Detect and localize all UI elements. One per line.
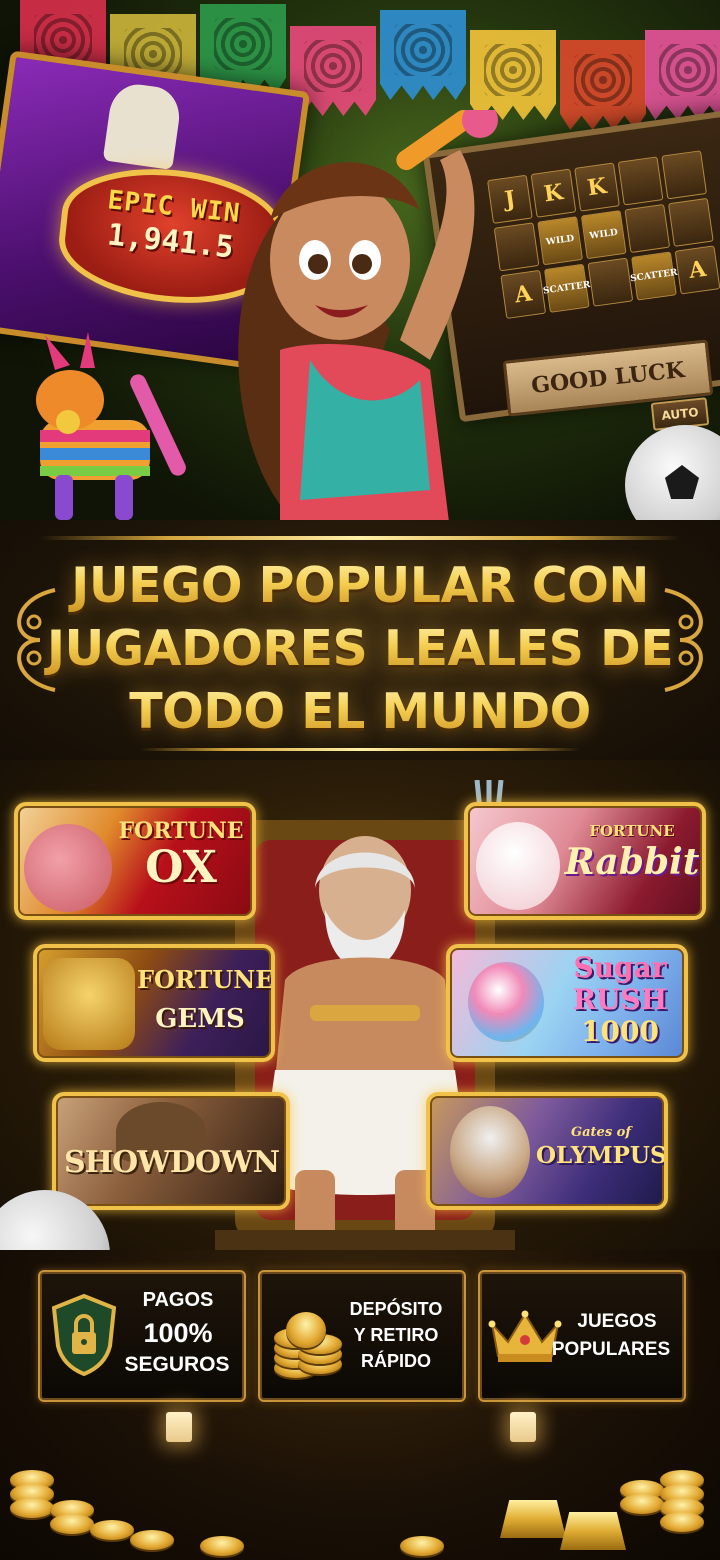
game-title-line2: RUSH <box>572 983 668 1016</box>
game-tile-sugar-rush-1000[interactable]: Sugar RUSH 1000 <box>446 944 688 1062</box>
reel-symbol <box>624 203 671 254</box>
features-section: PAGOS 100% SEGUROS DEPÓSITO Y RETIRO RÁP… <box>0 1250 720 1560</box>
feature-line1: JUEGOS <box>577 1311 657 1332</box>
headline-line-3: TODO EL MUNDO <box>20 680 700 743</box>
reel-symbol: SCATTER <box>543 263 591 313</box>
candle <box>166 1412 192 1442</box>
gold-coin-pile <box>0 1440 720 1560</box>
games-showcase: FORTUNE OX FORTUNE Rabbit FORTUNE GEMS S… <box>0 760 720 1320</box>
feature-line1: PAGOS <box>142 1289 214 1311</box>
game-title-line1: FORTUNE <box>118 818 244 844</box>
reel-symbol <box>617 156 664 206</box>
reel-symbol: WILD <box>580 210 627 260</box>
game-title-line1: Sugar <box>573 951 667 984</box>
game-tile-showdown[interactable]: SHOWDOWN <box>52 1092 290 1210</box>
feature-line1: DEPÓSITO <box>349 1299 443 1319</box>
golden-mask-icon <box>43 958 135 1050</box>
headline-title: JUEGO POPULAR CON JUGADORES LEALES DE TO… <box>20 554 700 743</box>
feature-line3: RÁPIDO <box>360 1351 431 1371</box>
pinata-donkey <box>36 332 186 520</box>
game-title-line2: OX <box>145 842 217 893</box>
ox-character <box>24 824 112 912</box>
feature-fast-deposit-withdrawal: DEPÓSITO Y RETIRO RÁPIDO <box>258 1270 466 1402</box>
game-title-line1: FORTUNE <box>137 965 274 994</box>
headline-line-2: JUGADORES LEALES DE <box>20 617 700 680</box>
shield-lock-icon <box>52 1294 116 1376</box>
game-title-line2: OLYMPUS <box>536 1142 667 1169</box>
banner-flag <box>470 30 556 120</box>
feature-line2: 100% <box>143 1318 213 1348</box>
game-tile-gates-of-olympus[interactable]: Gates of OLYMPUS <box>426 1092 668 1210</box>
reel-symbol: K <box>574 162 620 212</box>
mariachi-skeleton <box>102 80 184 170</box>
candle <box>510 1412 536 1442</box>
reel-symbol <box>661 150 708 200</box>
gumball-machine-icon <box>468 962 544 1042</box>
rabbit-character <box>476 822 560 910</box>
banner-flag <box>560 40 646 130</box>
banner-flag <box>645 30 720 120</box>
game-title-line3: 1000 <box>581 1015 659 1048</box>
reel-symbol: WILD <box>537 216 584 266</box>
feature-secure-payments: PAGOS 100% SEGUROS <box>38 1270 246 1402</box>
game-title-line1: Gates of <box>571 1125 631 1140</box>
feature-line2: POPULARES <box>551 1339 671 1360</box>
reel-symbol <box>667 197 714 247</box>
hero-illustration: EPIC WIN 1,941.5 J K K WILD WILD A SCATTER SCAT… <box>0 0 720 540</box>
game-tile-fortune-gems[interactable]: FORTUNE GEMS <box>33 944 275 1062</box>
girl-character <box>238 110 498 540</box>
game-tile-fortune-rabbit[interactable]: FORTUNE Rabbit <box>464 802 706 920</box>
feature-line2: Y RETIRO <box>353 1325 439 1345</box>
reel-symbol: SCATTER <box>630 251 678 301</box>
game-title: SHOWDOWN <box>64 1145 280 1180</box>
ornament-divider-bottom <box>140 748 580 751</box>
ornament-divider-top <box>40 536 680 540</box>
feature-line3: SEGUROS <box>124 1353 230 1376</box>
feature-popular-games: JUEGOS POPULARES <box>478 1270 686 1402</box>
reel-symbol: K <box>530 168 577 218</box>
game-tile-fortune-ox[interactable]: FORTUNE OX <box>14 802 256 920</box>
game-title-line2: Rabbit <box>564 841 700 883</box>
game-title-line2: GEMS <box>155 1004 245 1034</box>
game-title-line1: FORTUNE <box>589 822 675 840</box>
reel-symbol <box>587 257 634 307</box>
headline-line-1: JUEGO POPULAR CON <box>20 554 700 617</box>
reel-symbol: A <box>674 245 720 295</box>
zeus-character <box>450 1106 530 1198</box>
banner-flag <box>380 10 466 100</box>
headline-section: JUEGO POPULAR CON JUGADORES LEALES DE TO… <box>0 520 720 790</box>
